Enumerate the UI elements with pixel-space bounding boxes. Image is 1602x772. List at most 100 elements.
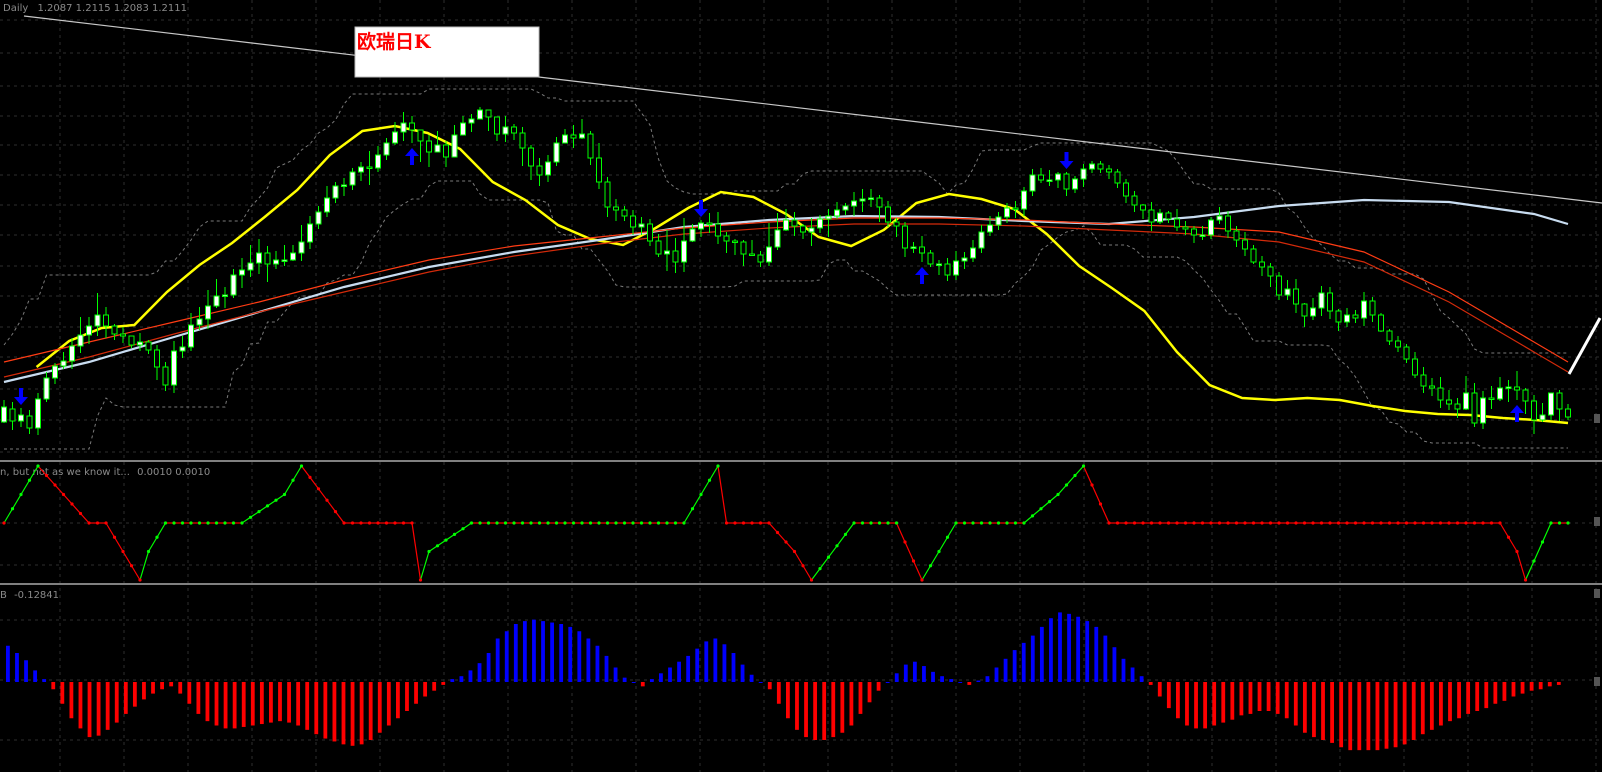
candle-body bbox=[341, 184, 347, 187]
histogram-bar bbox=[795, 682, 799, 730]
oscillator-point bbox=[146, 549, 151, 554]
histogram-bar bbox=[423, 682, 428, 697]
oscillator-segment bbox=[283, 479, 294, 495]
histogram-bar bbox=[123, 682, 128, 714]
candle-body bbox=[494, 116, 500, 135]
oscillator-point bbox=[588, 521, 593, 525]
histogram-bar bbox=[1393, 682, 1398, 748]
histogram-bar bbox=[359, 682, 364, 745]
candle-body bbox=[511, 126, 517, 134]
oscillator-segment bbox=[1091, 484, 1102, 505]
oscillator-point bbox=[104, 521, 108, 525]
oscillator-point bbox=[1506, 535, 1511, 539]
oscillator-point bbox=[1277, 521, 1281, 525]
ohlc-readout: 1.2087 1.2115 1.2083 1.2111 bbox=[38, 3, 188, 14]
candle-body bbox=[706, 222, 713, 225]
chart-title: 欧瑞日K bbox=[357, 30, 432, 53]
oscillator-point bbox=[308, 475, 312, 479]
price-pane[interactable]: Daily 1.2087 1.2115 1.2083 1.2111 欧瑞日K bbox=[0, 3, 1602, 462]
candle-body bbox=[477, 109, 483, 120]
candle-body bbox=[179, 346, 186, 352]
oscillator-segment bbox=[1066, 475, 1076, 486]
candle-body bbox=[1225, 215, 1231, 232]
candle-body bbox=[230, 274, 237, 296]
histogram-bar bbox=[269, 682, 273, 723]
envelope-bands bbox=[3, 88, 1568, 450]
oscillator-point bbox=[452, 532, 457, 537]
histogram-bar bbox=[214, 682, 219, 726]
oscillator-point bbox=[1421, 521, 1426, 525]
oscillator-point bbox=[733, 521, 737, 525]
oscillator-point bbox=[1481, 521, 1485, 525]
candle-body bbox=[1004, 207, 1010, 218]
candle-body bbox=[774, 229, 781, 248]
oscillator-point bbox=[1132, 521, 1137, 525]
histogram-bar bbox=[1021, 642, 1026, 682]
oscillator-point bbox=[1217, 521, 1222, 525]
candle-body bbox=[927, 252, 934, 265]
white-trend-segment[interactable] bbox=[1567, 317, 1602, 375]
candle-body bbox=[1386, 330, 1393, 342]
oscillator-point bbox=[1345, 521, 1349, 525]
histogram-bar bbox=[42, 679, 47, 682]
oscillator-point bbox=[835, 544, 839, 548]
candle-body bbox=[358, 166, 364, 173]
oscillator-point bbox=[1540, 540, 1545, 544]
candle-body bbox=[1412, 358, 1418, 376]
histogram-bar bbox=[867, 682, 872, 703]
trading-chart[interactable]: Daily 1.2087 1.2115 1.2083 1.2111 欧瑞日K n… bbox=[0, 0, 1602, 772]
title-label-box: 欧瑞日K bbox=[354, 26, 540, 78]
candle-body bbox=[443, 144, 449, 158]
candle-body bbox=[936, 263, 942, 266]
candle-body bbox=[757, 254, 764, 263]
svg-text:B -0.12841: B -0.12841 bbox=[0, 590, 59, 601]
histogram-bar bbox=[659, 673, 663, 682]
oscillator-point bbox=[265, 504, 270, 508]
histogram-bar bbox=[296, 682, 301, 726]
oscillator-point bbox=[1438, 521, 1443, 525]
oscillator-point bbox=[1115, 521, 1120, 525]
candle-body bbox=[273, 259, 279, 265]
histogram-bar bbox=[1321, 682, 1325, 740]
histogram-pane[interactable]: B -0.12841 bbox=[0, 590, 1561, 751]
oscillator-point bbox=[699, 492, 703, 497]
candle-body bbox=[1199, 234, 1206, 237]
candle-body bbox=[553, 142, 560, 163]
oscillator-pane[interactable]: n, but not as we know it... 0.0010 0.001… bbox=[0, 464, 1602, 585]
oscillator-point bbox=[1362, 521, 1366, 525]
histogram-bar bbox=[259, 682, 264, 725]
oscillator-point bbox=[529, 521, 533, 525]
oscillator-segment bbox=[301, 465, 311, 478]
candle-body bbox=[222, 294, 228, 297]
oscillator-point bbox=[665, 521, 669, 525]
oscillator-point bbox=[1251, 521, 1256, 525]
oscillator-point bbox=[240, 521, 244, 525]
histogram-bar bbox=[178, 682, 183, 694]
candle-body bbox=[528, 147, 534, 167]
oscillator-point bbox=[376, 521, 380, 525]
oscillator-segment bbox=[828, 545, 838, 558]
oscillator-point bbox=[741, 521, 746, 525]
oscillator-point bbox=[920, 578, 924, 582]
histogram-bar bbox=[287, 682, 291, 723]
histogram-bar bbox=[414, 682, 418, 704]
histogram-bar bbox=[169, 682, 174, 687]
oscillator-point bbox=[656, 521, 661, 525]
histogram-bar bbox=[323, 682, 328, 739]
candle-body bbox=[579, 133, 585, 139]
histogram-bar bbox=[613, 667, 618, 682]
histogram-bar bbox=[686, 655, 691, 682]
oscillator-segment bbox=[1082, 465, 1093, 486]
oscillator-point bbox=[78, 511, 83, 516]
oscillator-point bbox=[1013, 521, 1018, 525]
oscillator-point bbox=[87, 521, 91, 525]
candle-body bbox=[749, 253, 755, 256]
histogram-bar bbox=[1511, 682, 1516, 697]
candle-body bbox=[9, 408, 16, 422]
oscillator-values: 0.0010 0.0010 bbox=[137, 467, 210, 478]
histogram-bar bbox=[151, 682, 155, 694]
oscillator-point bbox=[495, 521, 499, 525]
histogram-bar bbox=[1384, 682, 1389, 749]
histogram-bar bbox=[1076, 616, 1081, 682]
oscillator-point bbox=[750, 521, 754, 525]
